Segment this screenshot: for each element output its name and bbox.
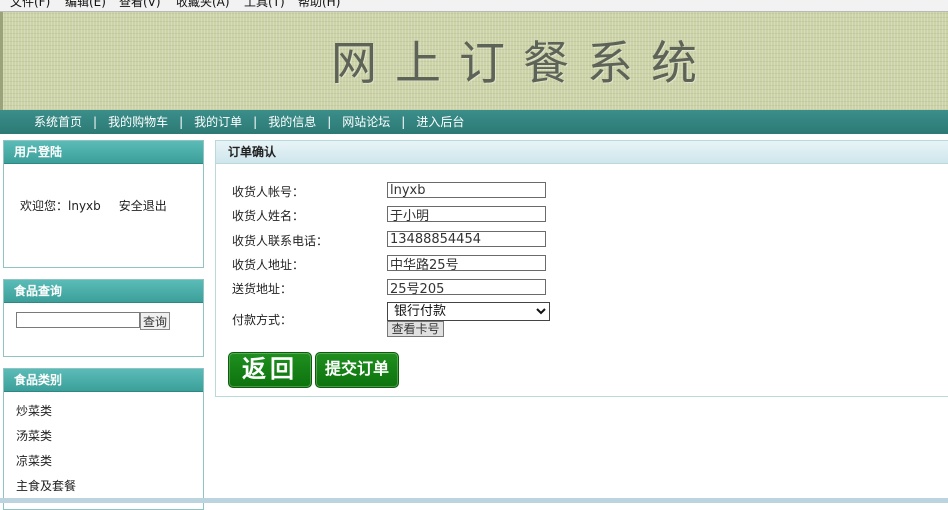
login-box-title: 用户登陆 xyxy=(4,141,203,164)
name-label: 收货人姓名： xyxy=(232,209,305,223)
account-input[interactable] xyxy=(387,182,546,198)
phone-label: 收货人联系电话： xyxy=(232,234,329,248)
nav-orders[interactable]: 我的订单 xyxy=(194,115,242,129)
order-confirm-title: 订单确认 xyxy=(216,141,948,164)
category-item[interactable]: 汤菜类 xyxy=(16,427,76,452)
account-label: 收货人帐号： xyxy=(232,185,305,199)
payment-label: 付款方式： xyxy=(232,313,293,327)
food-search-input[interactable] xyxy=(16,312,140,328)
view-card-button[interactable]: 查看卡号 xyxy=(387,321,444,337)
food-search-box: 食品查询 查询 xyxy=(3,279,204,357)
menu-favorites[interactable]: 收藏夹(A) xyxy=(176,0,230,10)
delivery-address-input[interactable] xyxy=(387,279,546,295)
menu-file[interactable]: 文件(F) xyxy=(10,0,50,10)
nav-separator: | xyxy=(179,115,184,129)
category-item[interactable]: 凉菜类 xyxy=(16,452,76,477)
category-item[interactable]: 炒菜类 xyxy=(16,402,76,427)
nav-home[interactable]: 系统首页 xyxy=(34,115,82,129)
nav-admin[interactable]: 进入后台 xyxy=(416,115,464,129)
nav-links: 系统首页 | 我的购物车 | 我的订单 | 我的信息 | 网站论坛 | 进入后台 xyxy=(34,110,464,134)
nav-separator: | xyxy=(327,115,332,129)
back-button[interactable]: 返回 xyxy=(228,352,312,388)
nav-cart[interactable]: 我的购物车 xyxy=(108,115,168,129)
payment-method-select[interactable]: 银行付款 xyxy=(387,302,550,321)
address-label: 收货人地址： xyxy=(232,258,305,272)
nav-forum[interactable]: 网站论坛 xyxy=(342,115,390,129)
nav-my-info[interactable]: 我的信息 xyxy=(268,115,316,129)
food-category-title: 食品类别 xyxy=(4,369,203,392)
address-input[interactable] xyxy=(387,255,546,271)
welcome-line: 欢迎您：lnyxb 安全退出 xyxy=(20,197,167,214)
submit-order-button[interactable]: 提交订单 xyxy=(315,352,399,388)
nav-separator: | xyxy=(401,115,406,129)
food-category-box: 食品类别 炒菜类 汤菜类 凉菜类 主食及套餐 xyxy=(3,368,204,510)
food-search-button[interactable]: 查询 xyxy=(140,312,170,330)
welcome-text: 欢迎您：lnyxb xyxy=(20,199,101,213)
bottom-edge xyxy=(0,498,948,503)
site-title: 网上订餐系统 xyxy=(331,36,715,90)
main-nav: 系统首页 | 我的购物车 | 我的订单 | 我的信息 | 网站论坛 | 进入后台 xyxy=(0,110,948,134)
food-search-title: 食品查询 xyxy=(4,280,203,303)
order-confirm-panel: 订单确认 收货人帐号： 收货人姓名： 收货人联系电话： 收货人地址： 送货地址：… xyxy=(215,140,948,397)
menu-edit[interactable]: 编辑(E) xyxy=(65,0,106,10)
logout-link[interactable]: 安全退出 xyxy=(119,199,167,213)
login-box: 用户登陆 欢迎您：lnyxb 安全退出 xyxy=(3,140,204,268)
name-input[interactable] xyxy=(387,206,546,222)
nav-separator: | xyxy=(253,115,258,129)
menu-tools[interactable]: 工具(T) xyxy=(244,0,285,10)
nav-separator: | xyxy=(93,115,98,129)
category-list: 炒菜类 汤菜类 凉菜类 主食及套餐 xyxy=(16,402,76,502)
site-banner: 网上订餐系统 xyxy=(0,12,948,110)
menu-view[interactable]: 查看(V) xyxy=(119,0,161,10)
menu-help[interactable]: 帮助(H) xyxy=(298,0,340,10)
delivery-address-label: 送货地址： xyxy=(232,282,293,296)
phone-input[interactable] xyxy=(387,231,546,247)
browser-menu-bar: 文件(F) 编辑(E) 查看(V) 收藏夹(A) 工具(T) 帮助(H) xyxy=(0,0,948,12)
